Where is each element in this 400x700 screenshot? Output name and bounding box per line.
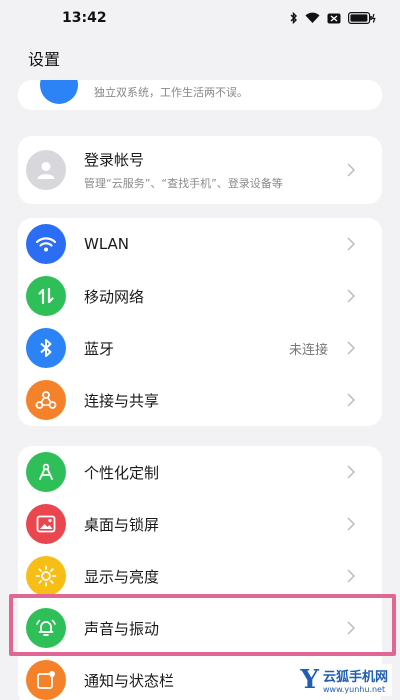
settings-item-mobile-network[interactable]: 移动网络 xyxy=(18,270,382,322)
notification-icon xyxy=(26,660,66,700)
bluetooth-icon xyxy=(26,328,66,368)
avatar-icon xyxy=(26,150,66,190)
mobile-network-label: 移动网络 xyxy=(84,287,145,306)
account-text: 登录帐号 管理“云服务”、“查找手机”、登录设备等 xyxy=(84,149,346,191)
bluetooth-label: 蓝牙 xyxy=(84,339,115,358)
account-subtitle: 管理“云服务”、“查找手机”、登录设备等 xyxy=(84,177,283,190)
battery-icon xyxy=(348,12,376,24)
wallpaper-icon xyxy=(26,504,66,544)
settings-item-wlan[interactable]: WLAN xyxy=(18,218,382,270)
network-card: WLAN 移动网络 蓝牙 未连接 连接与共享 xyxy=(18,218,382,426)
dual-system-subtitle: 独立双系统，工作生活两不误。 xyxy=(94,86,248,99)
personalization-label: 个性化定制 xyxy=(84,463,160,482)
chevron-right-icon xyxy=(347,289,356,303)
share-icon xyxy=(26,380,66,420)
wifi-icon xyxy=(26,224,66,264)
system-card[interactable]: 独立双系统，工作生活两不误。 xyxy=(18,80,382,110)
bell-icon xyxy=(26,608,66,648)
home-lock-screen-label: 桌面与锁屏 xyxy=(84,515,160,534)
settings-item-sound-vibration[interactable]: 声音与振动 xyxy=(18,602,382,654)
chevron-right-icon xyxy=(347,237,356,251)
status-time: 13:42 xyxy=(62,10,107,26)
chevron-right-icon xyxy=(347,341,356,355)
bluetooth-status-icon xyxy=(290,12,297,24)
status-icons xyxy=(290,12,376,24)
chevron-right-icon xyxy=(347,393,356,407)
personalize-icon xyxy=(26,452,66,492)
settings-item-connection-sharing[interactable]: 连接与共享 xyxy=(18,374,382,426)
account-item[interactable]: 登录帐号 管理“云服务”、“查找手机”、登录设备等 xyxy=(18,136,382,204)
page-title: 设置 xyxy=(28,50,61,69)
settings-item-personalization[interactable]: 个性化定制 xyxy=(18,446,382,498)
chevron-right-icon xyxy=(347,517,356,531)
chevron-right-icon xyxy=(347,163,356,177)
display-card: 个性化定制 桌面与锁屏 显示与亮度 声音与振动 通知与状态栏 xyxy=(18,446,382,700)
account-label: 登录帐号 xyxy=(84,151,145,169)
display-brightness-label: 显示与亮度 xyxy=(84,567,160,586)
sound-vibration-label: 声音与振动 xyxy=(84,619,160,638)
dual-system-icon xyxy=(40,80,78,104)
chevron-right-icon xyxy=(347,465,356,479)
header: 设置 xyxy=(0,36,400,80)
watermark-logo: Y xyxy=(300,665,319,695)
wifi-status-icon xyxy=(305,12,320,23)
settings-item-home-lock-screen[interactable]: 桌面与锁屏 xyxy=(18,498,382,550)
dual-system-item[interactable]: 独立双系统，工作生活两不误。 xyxy=(18,80,382,110)
chevron-right-icon xyxy=(347,569,356,583)
account-card[interactable]: 登录帐号 管理“云服务”、“查找手机”、登录设备等 xyxy=(18,136,382,204)
connection-sharing-label: 连接与共享 xyxy=(84,391,160,410)
watermark: Y 云狐手机网 www.yunhu.net xyxy=(296,664,392,696)
mobile-data-icon xyxy=(26,276,66,316)
settings-item-display-brightness[interactable]: 显示与亮度 xyxy=(18,550,382,602)
brightness-icon xyxy=(26,556,66,596)
bluetooth-status: 未连接 xyxy=(288,342,328,358)
status-bar: 13:42 xyxy=(0,0,400,36)
wlan-label: WLAN xyxy=(84,235,130,253)
watermark-name: 云狐手机网 xyxy=(322,670,388,685)
chevron-right-icon xyxy=(347,621,356,635)
sim-status-icon xyxy=(327,13,341,23)
watermark-url: www.yunhu.net xyxy=(322,685,386,694)
settings-item-bluetooth[interactable]: 蓝牙 未连接 xyxy=(18,322,382,374)
